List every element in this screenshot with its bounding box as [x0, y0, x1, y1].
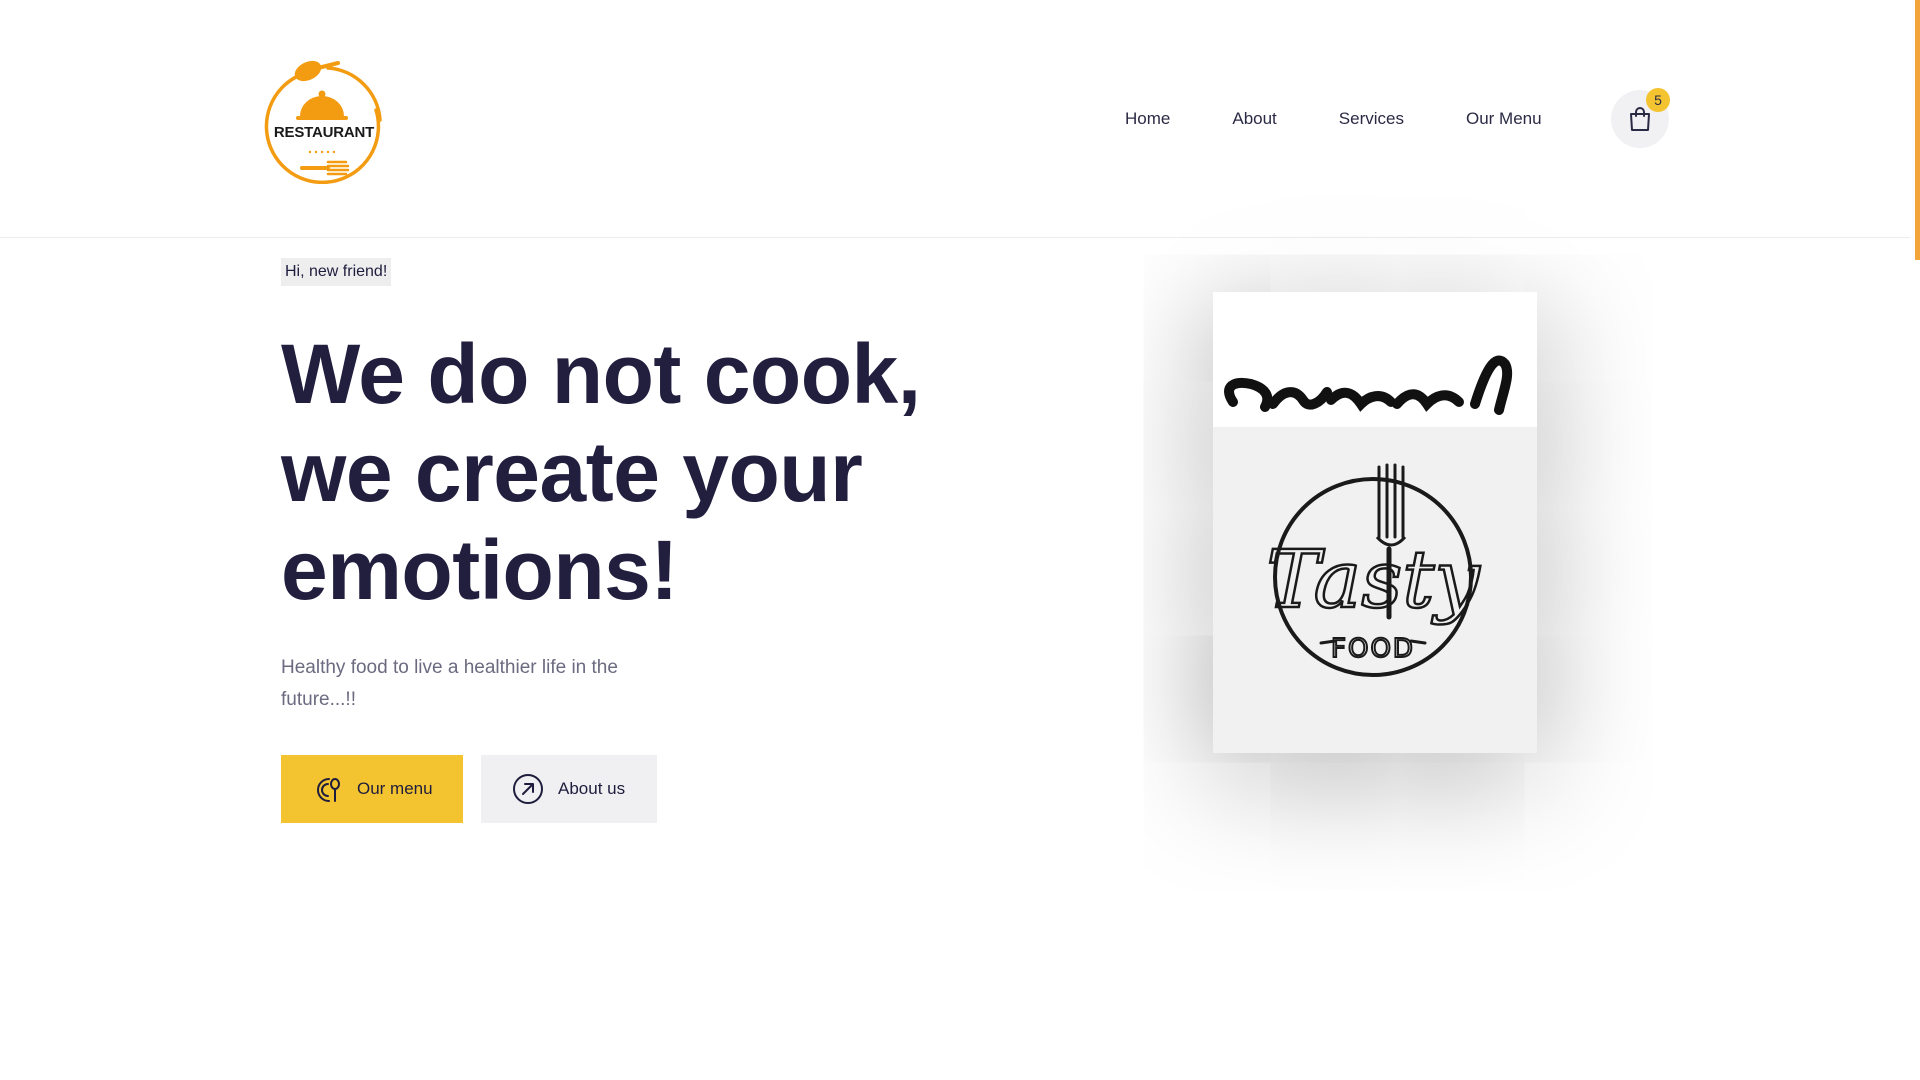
hero-headline: We do not cook, we create your emotions! [281, 327, 921, 617]
nav-item-about[interactable]: About [1232, 109, 1276, 129]
our-menu-button[interactable]: Our menu [281, 755, 463, 823]
tasty-food-logo: Tasty FOOD [1213, 427, 1537, 753]
food-spoon-icon [317, 778, 340, 802]
main-nav: Home About Services Our Menu [1125, 109, 1542, 129]
greeting-tag: Hi, new friend! [281, 258, 392, 286]
cart-count-badge: 5 [1646, 88, 1670, 112]
scrollbar[interactable] [1910, 0, 1920, 1080]
about-us-label: About us [558, 779, 626, 798]
hero-image: Tasty FOOD [1213, 292, 1537, 753]
yummy-script-logo [1213, 292, 1537, 427]
nav-item-our-menu[interactable]: Our Menu [1466, 109, 1542, 129]
scrollbar-thumb[interactable] [1915, 0, 1920, 260]
cloche-spoon-fork-icon [264, 60, 382, 184]
shopping-bag-icon [1630, 107, 1650, 131]
logo-text: RESTAURANT [273, 124, 375, 141]
nav-item-home[interactable]: Home [1125, 109, 1170, 129]
our-menu-label: Our menu [357, 779, 433, 798]
restaurant-logo[interactable]: RESTAURANT [258, 58, 388, 184]
arrow-up-right-circle-icon [513, 774, 543, 804]
site-header: RESTAURANT Home About Services Our Menu … [0, 0, 1910, 238]
food-caption-text: FOOD [1331, 634, 1415, 664]
hero-subtitle: Healthy food to live a healthier life in… [281, 657, 618, 710]
tasty-script-text: Tasty [1266, 533, 1481, 626]
nav-item-services[interactable]: Services [1339, 109, 1404, 129]
about-us-button[interactable]: About us [481, 755, 657, 823]
